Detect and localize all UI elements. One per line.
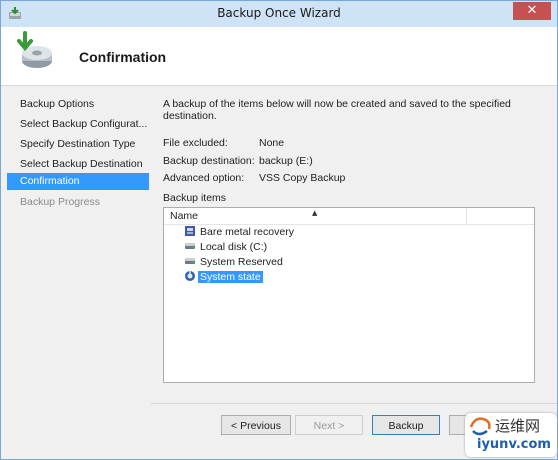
title-bar[interactable]: Backup Once Wizard ✕ [1,1,557,27]
next-button: Next > [295,415,363,435]
nav-item-select-backup-destination[interactable]: Select Backup Destination [7,156,149,173]
advanced-option-label: Advanced option: [163,172,245,184]
wizard-nav: Backup Options Select Backup Configurat.… [1,86,151,459]
column-separator[interactable] [466,208,467,224]
watermark-text-top: 运维网 [495,417,541,435]
backup-destination-label: Backup destination: [163,155,255,167]
list-item[interactable]: Bare metal recovery [184,225,296,240]
file-excluded-label: File excluded: [163,137,228,149]
file-excluded-value: None [259,137,285,149]
backup-button[interactable]: Backup [372,415,440,435]
backup-disk-icon [17,31,52,68]
bare-metal-icon [185,226,195,236]
nav-item-backup-progress: Backup Progress [20,196,100,208]
button-divider [151,403,557,404]
intro-text-line1: A backup of the items below will now be … [163,98,511,110]
site-watermark: 运维网 iyunv.com [465,413,557,457]
list-item-label: Local disk (C:) [200,241,268,253]
wizard-header: Confirmation [1,27,557,86]
watermark-logo-icon [469,417,491,436]
nav-item-confirmation[interactable]: Confirmation [7,173,149,190]
advanced-option-value: VSS Copy Backup [259,172,346,184]
list-item-label: System Reserved [200,256,283,268]
page-title: Confirmation [79,49,167,65]
backup-items-label: Backup items [163,192,227,204]
drive-icon [185,258,195,264]
list-header[interactable]: Name ▲ [164,208,534,225]
drive-icon [185,243,195,249]
wizard-window: Backup Once Wizard ✕ Confirmation Backup… [0,0,558,460]
list-item[interactable]: Local disk (C:) [184,240,269,255]
list-item-label: System state [198,271,263,283]
sort-ascending-icon: ▲ [312,209,318,217]
watermark-text-bottom: iyunv.com [477,437,551,452]
system-state-icon [185,270,195,281]
list-item[interactable]: System Reserved [184,255,285,270]
previous-button[interactable]: < Previous [221,415,291,435]
nav-item-specify-destination-type[interactable]: Specify Destination Type [7,136,149,153]
nav-item-select-backup-configuration[interactable]: Select Backup Configurat... [7,116,149,133]
column-header-name[interactable]: Name [170,210,198,222]
close-button[interactable]: ✕ [513,2,551,20]
nav-item-backup-options[interactable]: Backup Options [7,96,149,113]
backup-destination-value: backup (E:) [259,155,313,167]
window-title: Backup Once Wizard [217,6,341,20]
intro-text-line2: destination. [163,110,217,122]
list-item[interactable]: System state [184,270,263,285]
backup-items-list[interactable]: Name ▲ Bare metal recovery Local disk (C… [163,207,535,383]
list-item-label: Bare metal recovery [200,226,294,238]
